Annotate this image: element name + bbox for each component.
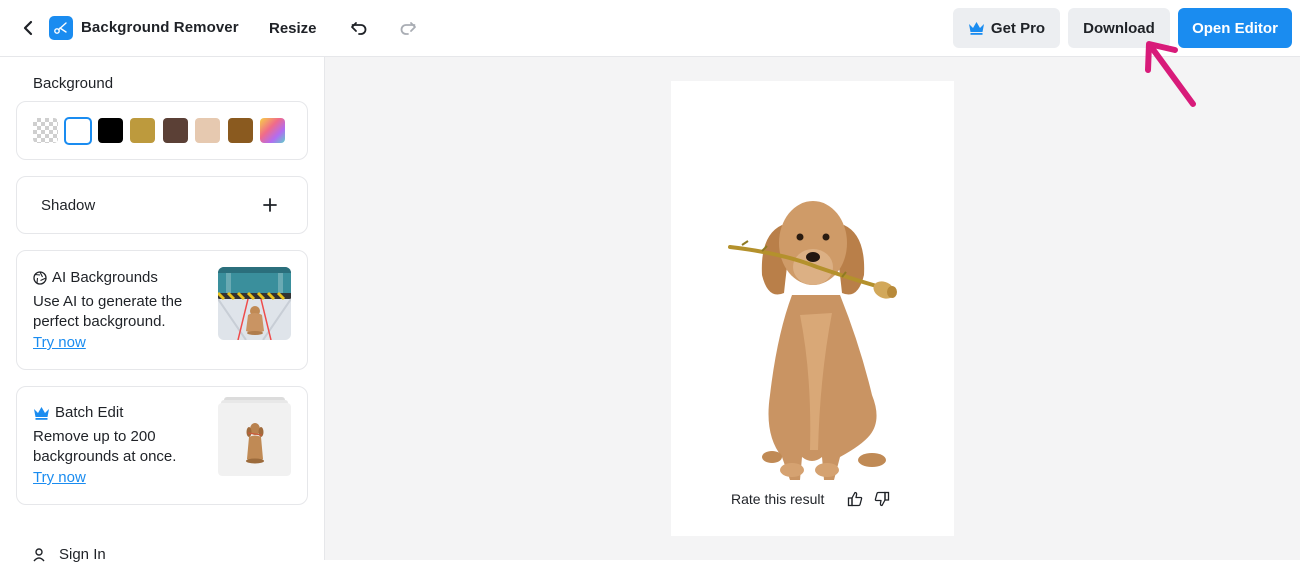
thumbs-up-icon [847, 491, 863, 507]
batch-edit-description: Remove up to 200 backgrounds at once. [33, 428, 177, 465]
swatch-gradient[interactable] [260, 118, 285, 143]
app-title: Background Remover [81, 19, 239, 36]
thumbs-up-button[interactable] [845, 489, 865, 509]
resize-button[interactable]: Resize [258, 14, 328, 42]
undo-icon [351, 22, 367, 35]
swatch-black[interactable] [98, 118, 123, 143]
batch-edit-thumbnail [218, 397, 291, 476]
top-bar: Background Remover Resize Get Pro Downlo… [0, 0, 1300, 57]
batch-edit-title: Batch Edit [33, 404, 123, 421]
ai-backgrounds-try-now-link[interactable]: Try now [33, 334, 86, 351]
get-pro-button[interactable]: Get Pro [953, 8, 1060, 48]
crown-icon [34, 406, 49, 420]
get-pro-label: Get Pro [990, 19, 1046, 37]
background-section-title: Background [33, 75, 114, 92]
result-image-dog [728, 201, 897, 480]
annotation-arrow-icon [1145, 41, 1196, 107]
back-button[interactable] [18, 16, 40, 40]
swatch-dark-brown[interactable] [163, 118, 188, 143]
crown-icon [968, 22, 984, 35]
ai-backgrounds-title: AI Backgrounds [33, 269, 158, 286]
swatch-beige[interactable] [195, 118, 220, 143]
thumbs-down-icon [874, 491, 890, 507]
redo-icon [400, 22, 416, 35]
swatch-white[interactable] [64, 117, 92, 145]
redo-button[interactable] [396, 17, 420, 39]
ai-backgrounds-thumbnail [218, 267, 291, 340]
shadow-label: Shadow [41, 197, 96, 214]
undo-button[interactable] [347, 17, 371, 39]
sign-in-label: Sign In [59, 546, 106, 563]
swatch-transparent[interactable] [33, 118, 58, 143]
scissors-icon [49, 16, 73, 40]
user-icon [33, 547, 45, 561]
rate-result-text: Rate this result [731, 491, 825, 507]
aperture-icon [33, 270, 47, 285]
thumbs-down-button[interactable] [872, 489, 892, 509]
plus-icon [263, 198, 277, 212]
add-shadow-button[interactable] [260, 195, 280, 215]
sign-in-button[interactable]: Sign In [33, 546, 106, 563]
chevron-left-icon [23, 20, 33, 36]
swatch-gold[interactable] [130, 118, 155, 143]
batch-edit-title-text: Batch Edit [55, 404, 124, 421]
ai-backgrounds-description: Use AI to generate the perfect backgroun… [33, 293, 183, 330]
ai-backgrounds-title-text: AI Backgrounds [52, 269, 158, 286]
batch-edit-try-now-link[interactable]: Try now [33, 469, 86, 486]
swatch-brown[interactable] [228, 118, 253, 143]
